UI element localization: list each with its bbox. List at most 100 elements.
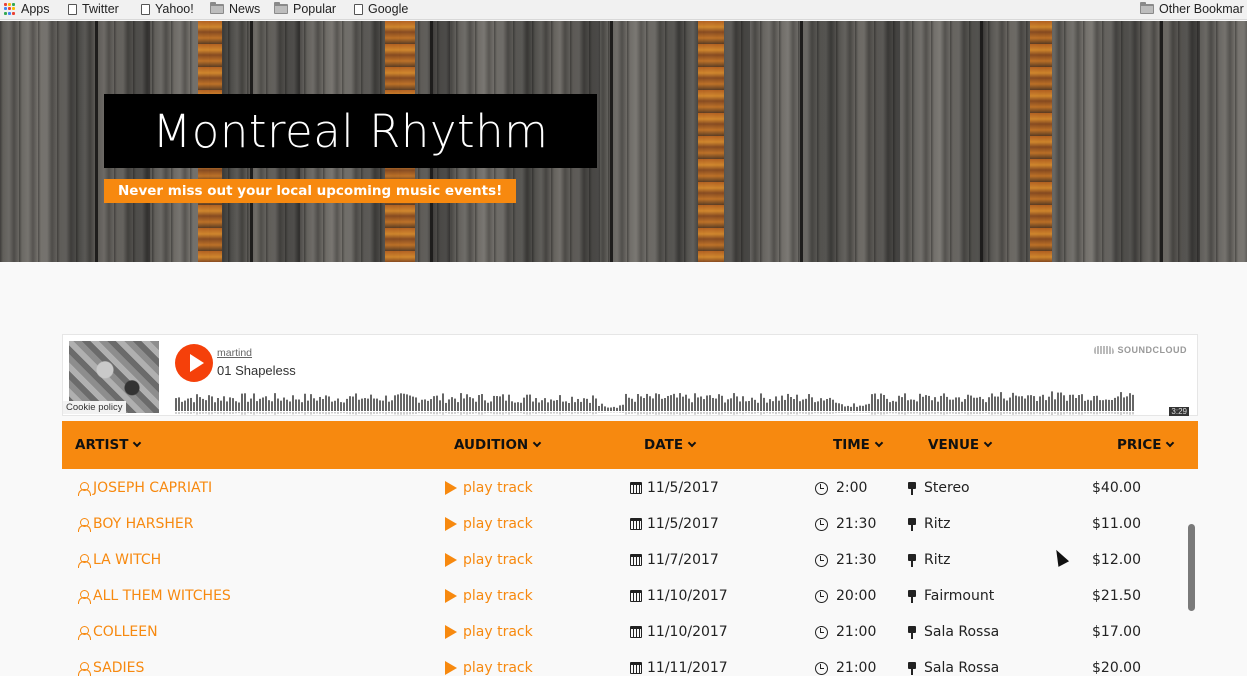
waveform-reflection [256, 412, 258, 414]
waveform-bar [205, 400, 207, 411]
sort-artist-header[interactable]: ARTIST [75, 421, 142, 469]
waveform-bar [1033, 396, 1035, 411]
clock-icon [815, 589, 828, 603]
sort-date-header[interactable]: DATE [644, 421, 697, 469]
price-value: $40.00 [1092, 480, 1141, 496]
waveform-reflection [307, 412, 309, 414]
play-track-link[interactable]: play track [445, 650, 533, 676]
waveform-bar [460, 393, 462, 411]
bookmark-label: Twitter [82, 2, 119, 16]
waveform-bar [193, 402, 195, 411]
sort-price-header[interactable]: PRICE [1117, 421, 1175, 469]
waveform-bar [985, 402, 987, 411]
waveform-bar [667, 395, 669, 411]
waveform-reflection [208, 412, 210, 415]
waveform-reflection [667, 412, 669, 415]
waveform-bar [811, 397, 813, 411]
waveform-reflection [1000, 412, 1002, 415]
waveform-bar [685, 394, 687, 411]
waveform-bar [253, 393, 255, 411]
waveform-reflection [913, 412, 915, 414]
waveform-bar [883, 394, 885, 411]
site-title: Montreal Rhythm [152, 104, 549, 158]
waveform-bar [304, 393, 306, 411]
play-track-link[interactable]: play track [445, 578, 533, 614]
sort-time-header[interactable]: TIME [833, 421, 884, 469]
track-user-link[interactable]: martind [217, 347, 252, 359]
waveform-bar [271, 401, 273, 411]
waveform-reflection [217, 412, 219, 414]
waveform-bar [553, 400, 555, 411]
waveform-reflection [1129, 412, 1131, 415]
waveform-bar [796, 394, 798, 411]
cookie-policy-link[interactable]: Cookie policy [63, 401, 126, 414]
page-scrollbar[interactable] [1188, 524, 1195, 611]
waveform[interactable] [175, 387, 1137, 415]
waveform-bar [700, 396, 702, 411]
date-cell: 11/11/2017 [630, 650, 728, 676]
artist-cell[interactable]: COLLEEN [77, 614, 158, 650]
waveform-bar [1129, 393, 1131, 411]
waveform-bar [559, 395, 561, 411]
waveform-reflection [619, 412, 621, 413]
bookmark-label: News [229, 2, 261, 16]
bookmark-google[interactable]: Google [354, 2, 408, 16]
calendar-icon [630, 482, 642, 494]
artist-cell[interactable]: SADIES [77, 650, 144, 676]
table-row: SADIES play track 11/11/2017 21:00 Sala … [62, 650, 1198, 676]
waveform-bar [412, 396, 414, 411]
waveform-reflection [805, 412, 807, 414]
play-track-link[interactable]: play track [445, 542, 533, 578]
play-track-link[interactable]: play track [445, 470, 533, 506]
waveform-bar [202, 398, 204, 411]
bookmark-twitter[interactable]: Twitter [68, 2, 119, 16]
artist-cell[interactable]: LA WITCH [77, 542, 161, 578]
waveform-bar [424, 399, 426, 411]
bookmark-apps[interactable]: Apps [4, 2, 50, 16]
bookmark-popular[interactable]: Popular [274, 2, 336, 16]
bookmark-other[interactable]: Other Bookmar [1140, 2, 1244, 16]
artist-cell[interactable]: JOSEPH CAPRIATI [77, 470, 212, 506]
chevron-down-icon [687, 438, 697, 448]
waveform-bar [955, 397, 957, 411]
play-track-link[interactable]: play track [445, 506, 533, 542]
play-button[interactable] [175, 344, 213, 382]
waveform-reflection [298, 412, 300, 414]
play-track-link[interactable]: play track [445, 614, 533, 650]
waveform-bar [583, 398, 585, 411]
waveform-bar [982, 399, 984, 411]
date-value: 11/5/2017 [647, 480, 719, 496]
waveform-reflection [628, 412, 630, 414]
waveform-reflection [637, 412, 639, 415]
waveform-bar [688, 398, 690, 411]
waveform-reflection [457, 412, 459, 414]
artist-cell[interactable]: BOY HARSHER [77, 506, 193, 542]
soundcloud-logo[interactable]: SOUNDCLOUD [1093, 345, 1188, 355]
waveform-reflection [907, 412, 909, 414]
waveform-reflection [817, 412, 819, 414]
waveform-reflection [553, 412, 555, 414]
bookmark-yahoo[interactable]: Yahoo! [141, 2, 194, 16]
waveform-bar [886, 398, 888, 411]
waveform-bar [748, 400, 750, 411]
waveform-reflection [337, 412, 339, 414]
artist-cell[interactable]: ALL THEM WITCHES [77, 578, 231, 614]
bookmark-news[interactable]: News [210, 2, 260, 16]
page-icon [354, 3, 363, 15]
waveform-reflection [766, 412, 768, 414]
waveform-reflection [1009, 412, 1011, 415]
track-title[interactable]: 01 Shapeless [217, 363, 296, 378]
waveform-bar [715, 398, 717, 411]
waveform-reflection [658, 412, 660, 415]
price-value: $21.50 [1092, 588, 1141, 604]
sort-venue-header[interactable]: VENUE [928, 421, 993, 469]
waveform-reflection [757, 412, 759, 414]
price-value: $12.00 [1092, 552, 1141, 568]
waveform-bar [421, 399, 423, 411]
waveform-reflection [292, 412, 294, 415]
waveform-reflection [361, 412, 363, 414]
waveform-reflection [493, 412, 495, 415]
waveform-reflection [886, 412, 888, 414]
events-table-body: JOSEPH CAPRIATI play track 11/5/2017 2:0… [62, 470, 1198, 676]
sort-audition-header[interactable]: AUDITION [454, 421, 542, 469]
